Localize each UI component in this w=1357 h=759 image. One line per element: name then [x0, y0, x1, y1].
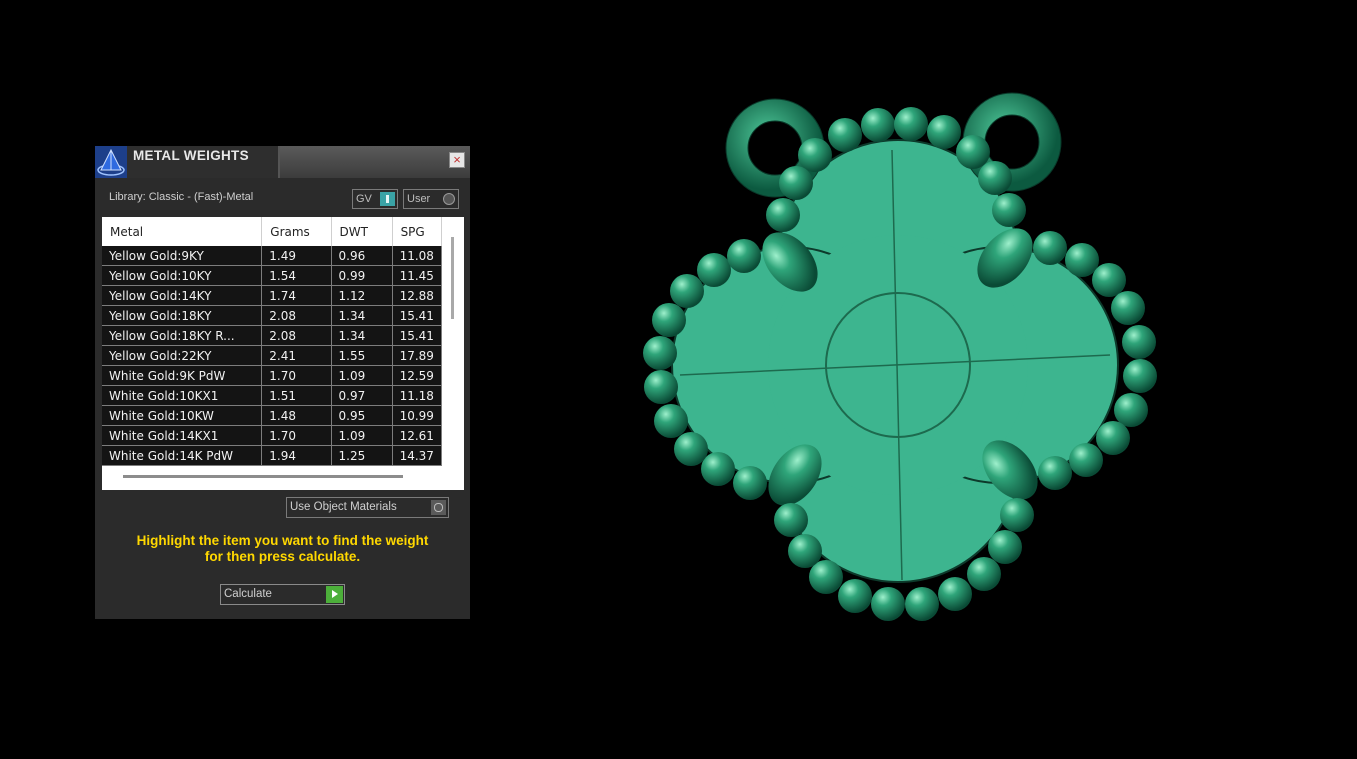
table-row[interactable]: White Gold:14K PdW 1.94 1.25 14.37 [102, 445, 442, 466]
instructions-line-1: Highlight the item you want to find the … [136, 533, 429, 548]
cell-grams: 2.08 [261, 325, 332, 346]
cell-metal: Yellow Gold:14KY [102, 285, 263, 306]
horizontal-scrollbar[interactable] [123, 475, 403, 478]
table-row[interactable]: Yellow Gold:14KY 1.74 1.12 12.88 [102, 285, 442, 306]
column-header-spg[interactable]: SPG [392, 217, 442, 246]
column-header-dwt[interactable]: DWT [331, 217, 393, 246]
metal-table-container: Metal Grams DWT SPG Yellow Gold:9KY 1.49 0… [102, 217, 464, 490]
cell-dwt: 1.12 [331, 285, 393, 306]
cell-spg: 15.41 [392, 305, 442, 326]
instructions-text: Highlight the item you want to find the … [105, 533, 460, 565]
cell-metal: White Gold:14K PdW [102, 445, 263, 466]
radio-icon [431, 500, 446, 515]
toggle-off-icon [443, 193, 455, 205]
close-icon[interactable]: × [453, 152, 461, 167]
cell-spg: 10.99 [392, 405, 442, 426]
cell-grams: 1.49 [261, 246, 332, 266]
cell-spg: 17.89 [392, 345, 442, 366]
cell-dwt: 0.99 [331, 265, 393, 286]
cell-spg: 12.61 [392, 425, 442, 446]
cell-spg: 14.37 [392, 445, 442, 466]
vertical-scrollbar[interactable] [451, 237, 454, 319]
close-button[interactable]: × [449, 152, 465, 168]
column-header-metal[interactable]: Metal [102, 217, 263, 246]
cell-spg: 12.88 [392, 285, 442, 306]
title-bar[interactable]: METAL WEIGHTS × [95, 146, 470, 178]
library-label: Library: Classic - (Fast)-Metal [109, 191, 254, 203]
table-row[interactable]: White Gold:14KX1 1.70 1.09 12.61 [102, 425, 442, 446]
metal-table: Metal Grams DWT SPG Yellow Gold:9KY 1.49 0… [102, 217, 442, 466]
cell-grams: 2.41 [261, 345, 332, 366]
cell-dwt: 1.09 [331, 425, 393, 446]
table-row[interactable]: White Gold:10KX1 1.51 0.97 11.18 [102, 385, 442, 406]
table-row[interactable]: Yellow Gold:22KY 2.41 1.55 17.89 [102, 345, 442, 366]
cell-metal: Yellow Gold:18KY R... [102, 325, 263, 346]
cell-grams: 1.48 [261, 405, 332, 426]
cell-dwt: 0.96 [331, 246, 393, 266]
table-row[interactable]: Yellow Gold:18KY R... 2.08 1.34 15.41 [102, 325, 442, 346]
table-row[interactable]: Yellow Gold:10KY 1.54 0.99 11.45 [102, 265, 442, 286]
cell-spg: 12.59 [392, 365, 442, 386]
cell-grams: 1.54 [261, 265, 332, 286]
cell-spg: 11.45 [392, 265, 442, 286]
metal-weights-panel: METAL WEIGHTS × Library: Classic - (Fast… [95, 146, 470, 619]
cell-spg: 11.08 [392, 246, 442, 266]
cell-grams: 1.74 [261, 285, 332, 306]
user-toggle[interactable]: User [403, 189, 459, 209]
cell-spg: 15.41 [392, 325, 442, 346]
panel-title: METAL WEIGHTS [133, 148, 249, 163]
table-row[interactable]: White Gold:9K PdW 1.70 1.09 12.59 [102, 365, 442, 386]
cell-grams: 1.94 [261, 445, 332, 466]
play-icon[interactable] [326, 586, 343, 603]
user-toggle-label: User [407, 193, 431, 205]
gv-toggle[interactable]: GV [352, 189, 398, 209]
title-tab: METAL WEIGHTS [95, 146, 280, 178]
cell-metal: White Gold:9K PdW [102, 365, 263, 386]
calculate-button[interactable]: Calculate [220, 584, 345, 605]
cell-metal: White Gold:10KX1 [102, 385, 263, 406]
table-header-row: Metal Grams DWT SPG [102, 217, 442, 246]
table-row[interactable]: White Gold:10KW 1.48 0.95 10.99 [102, 405, 442, 426]
instructions-line-2: for then press calculate. [204, 549, 361, 564]
pyramid-logo-icon [95, 146, 127, 178]
cell-grams: 2.08 [261, 305, 332, 326]
cell-metal: Yellow Gold:22KY [102, 345, 263, 366]
column-header-grams[interactable]: Grams [261, 217, 332, 246]
cell-dwt: 1.55 [331, 345, 393, 366]
toggle-on-icon [380, 192, 395, 206]
cell-grams: 1.70 [261, 365, 332, 386]
cell-dwt: 0.95 [331, 405, 393, 426]
cell-dwt: 1.09 [331, 365, 393, 386]
calculate-label: Calculate [224, 588, 272, 600]
table-row[interactable]: Yellow Gold:9KY 1.49 0.96 11.08 [102, 246, 442, 266]
pendant-body [671, 139, 1119, 583]
cell-dwt: 1.34 [331, 305, 393, 326]
object-materials-select[interactable]: Use Object Materials [286, 497, 449, 518]
cell-metal: Yellow Gold:10KY [102, 265, 263, 286]
gv-toggle-label: GV [356, 193, 372, 205]
table-row[interactable]: Yellow Gold:18KY 2.08 1.34 15.41 [102, 305, 442, 326]
cell-dwt: 0.97 [331, 385, 393, 406]
cell-metal: White Gold:14KX1 [102, 425, 263, 446]
cell-grams: 1.51 [261, 385, 332, 406]
3d-viewport[interactable] [630, 80, 1170, 640]
jewelry-model [643, 92, 1157, 621]
cell-dwt: 1.25 [331, 445, 393, 466]
cell-metal: Yellow Gold:9KY [102, 246, 263, 266]
cell-metal: White Gold:10KW [102, 405, 263, 426]
object-materials-label: Use Object Materials [290, 501, 397, 513]
cell-metal: Yellow Gold:18KY [102, 305, 263, 326]
cell-grams: 1.70 [261, 425, 332, 446]
cell-spg: 11.18 [392, 385, 442, 406]
cell-dwt: 1.34 [331, 325, 393, 346]
